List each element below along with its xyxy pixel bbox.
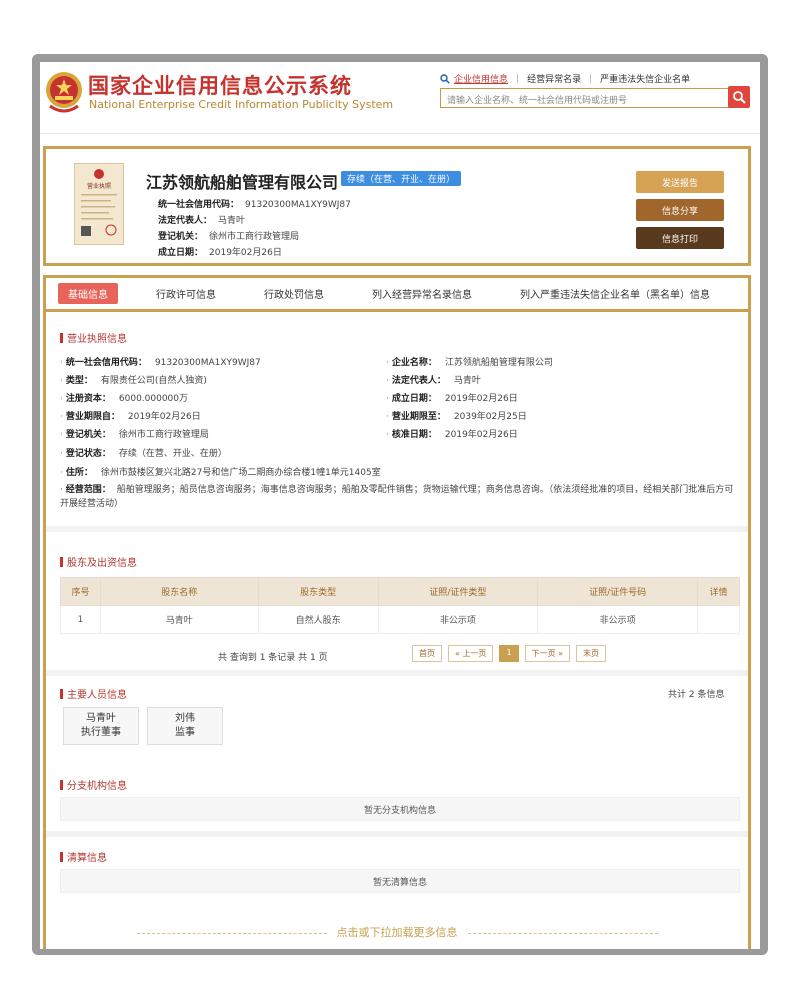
section-branches: 分支机构信息 — [60, 777, 127, 792]
branches-empty: 暂无分支机构信息 — [60, 797, 740, 821]
field-registration-authority: 登记机关：徐州市工商行政管理局 — [60, 427, 209, 440]
section-business-license: 营业执照信息 — [60, 330, 127, 345]
col-index: 序号 — [60, 577, 101, 606]
section-personnel: 主要人员信息 — [60, 686, 127, 701]
person-name: 马青叶 — [86, 713, 116, 724]
load-more-link[interactable]: 点击或下拉加载更多信息 — [46, 924, 748, 940]
person-role: 监事 — [175, 727, 195, 738]
nav-separator: | — [516, 73, 520, 84]
nav-blacklist[interactable]: 严重违法失信企业名单 — [600, 72, 690, 85]
site-subtitle: National Enterprise Credit Information P… — [89, 98, 394, 111]
section-shareholders: 股东及出资信息 — [60, 554, 137, 569]
license-thumbnail-title: 营业执照 — [87, 182, 111, 190]
search-icon — [440, 73, 450, 84]
col-id-type: 证照/证件类型 — [377, 577, 539, 606]
search-icon — [733, 91, 746, 104]
company-established-date: 成立日期： 2019年02月26日 — [158, 248, 282, 258]
pager-last[interactable]: 末页 — [575, 645, 606, 662]
status-badge: 存续（在营、开业、在册） — [341, 171, 462, 186]
table-row: 1 马青叶 自然人股东 非公示项 非公示项 — [60, 605, 740, 634]
print-info-button[interactable]: 信息打印 — [636, 227, 724, 249]
business-license-thumbnail[interactable]: 营业执照 — [74, 163, 124, 245]
table-header-row: 序号 股东名称 股东类型 证照/证件类型 证照/证件号码 详情 — [60, 577, 740, 606]
field-registered-capital: 注册资本：6000.000000万 — [60, 391, 188, 404]
detail-panel: 基础信息 行政许可信息 行政处罚信息 列入经营异常名录信息 列入严重违法失信企业… — [43, 275, 751, 949]
search-input[interactable]: 请输入企业名称、统一社会信用代码或注册号 — [440, 88, 730, 108]
field-legal-rep: 法定代表人：马青叶 — [386, 373, 481, 386]
nav-abnormal-list[interactable]: 经营异常名录 — [527, 72, 581, 85]
pager-summary: 共 查询到 1 条记录 共 1 页 — [218, 653, 328, 663]
tab-abnormal-list[interactable]: 列入经营异常名录信息 — [372, 286, 472, 301]
tab-blacklist[interactable]: 列入严重违法失信企业名单（黑名单）信息 — [520, 286, 710, 301]
field-registration-status: 登记状态：存续（在营、开业、在册） — [60, 446, 227, 459]
search-button[interactable] — [728, 86, 750, 108]
share-info-button[interactable]: 信息分享 — [636, 199, 724, 221]
cell-shareholder-type: 自然人股东 — [257, 605, 379, 634]
shareholders-table: 序号 股东名称 股东类型 证照/证件类型 证照/证件号码 详情 1 马青叶 自然… — [60, 577, 740, 634]
pager-page-1[interactable]: 1 — [499, 645, 519, 662]
personnel-count: 共计 2 条信息 — [668, 690, 725, 700]
field-credit-code: 统一社会信用代码：91320300MA1XY9WJ87 — [60, 355, 261, 368]
section-divider — [46, 526, 748, 532]
pagination: 首页 « 上一页 1 下一页 » 末页 — [412, 645, 606, 662]
cell-index: 1 — [60, 605, 101, 634]
nav-separator: | — [589, 73, 593, 84]
field-business-scope: · 经营范围： 船舶管理服务；船员信息咨询服务；海事信息咨询服务；船舶及零配件销售… — [60, 485, 734, 509]
field-term-start: 营业期限自：2019年02月26日 — [60, 409, 201, 422]
section-divider — [46, 670, 748, 676]
field-approval-date: 核准日期：2019年02月26日 — [386, 427, 518, 440]
col-details: 详情 — [697, 577, 740, 606]
tab-admin-penalty[interactable]: 行政处罚信息 — [264, 286, 324, 301]
company-legal-rep: 法定代表人： 马青叶 — [158, 216, 246, 226]
info-tabs: 基础信息 行政许可信息 行政处罚信息 列入经营异常名录信息 列入严重违法失信企业… — [46, 278, 748, 312]
license-document-icon: 营业执照 — [81, 169, 117, 236]
pager-first[interactable]: 首页 — [412, 645, 442, 662]
tab-admin-license[interactable]: 行政许可信息 — [156, 286, 216, 301]
col-shareholder-type: 股东类型 — [257, 577, 379, 606]
section-liquidation: 清算信息 — [60, 849, 107, 864]
tab-basic-info[interactable]: 基础信息 — [58, 283, 118, 304]
site-title: 国家企业信用信息公示系统 — [88, 74, 352, 98]
company-credit-code: 统一社会信用代码： 91320300MA1XY9WJ87 — [158, 200, 351, 210]
cell-details[interactable] — [697, 605, 740, 634]
col-shareholder-name: 股东名称 — [99, 577, 259, 606]
cell-id-number: 非公示项 — [537, 605, 698, 634]
company-name: 江苏领航船舶管理有限公司 — [146, 173, 339, 192]
person-card[interactable]: 刘伟 监事 — [147, 707, 223, 745]
field-address: 住所：徐州市鼓楼区复兴北路27号和信广场二期商办综合楼1幢1单元1405室 — [60, 465, 381, 478]
cell-shareholder-name: 马青叶 — [99, 605, 259, 634]
pager-prev[interactable]: « 上一页 — [448, 645, 494, 662]
section-divider — [46, 831, 748, 837]
company-registration-authority: 登记机关： 徐州市工商行政管理局 — [158, 232, 300, 242]
field-term-end: 营业期限至：2039年02月25日 — [386, 409, 527, 422]
field-established-date: 成立日期：2019年02月26日 — [386, 391, 518, 404]
field-company-name: 企业名称：江苏领航船舶管理有限公司 — [386, 355, 553, 368]
top-nav: 企业信用信息 | 经营异常名录 | 严重违法失信企业名单 — [440, 72, 690, 85]
person-name: 刘伟 — [175, 713, 195, 724]
company-summary-card: 营业执照 江苏领航船舶管理有限公司 存续（在营、开业、在册） 统一社会信用代码：… — [43, 146, 751, 266]
person-card[interactable]: 马青叶 执行董事 — [63, 707, 139, 745]
send-report-button[interactable]: 发送报告 — [636, 171, 724, 193]
cell-id-type: 非公示项 — [377, 605, 539, 634]
person-role: 执行董事 — [81, 727, 121, 738]
site-header: 国家企业信用信息公示系统 National Enterprise Credit … — [40, 62, 760, 134]
field-type: 类型：有限责任公司(自然人独资) — [60, 373, 207, 386]
nav-enterprise-credit[interactable]: 企业信用信息 — [454, 72, 508, 85]
liquidation-empty: 暂无清算信息 — [60, 869, 740, 893]
page: 国家企业信用信息公示系统 National Enterprise Credit … — [40, 62, 760, 949]
pager-next[interactable]: 下一页 » — [524, 645, 570, 662]
national-emblem-icon — [46, 72, 82, 113]
col-id-number: 证照/证件号码 — [537, 577, 698, 606]
